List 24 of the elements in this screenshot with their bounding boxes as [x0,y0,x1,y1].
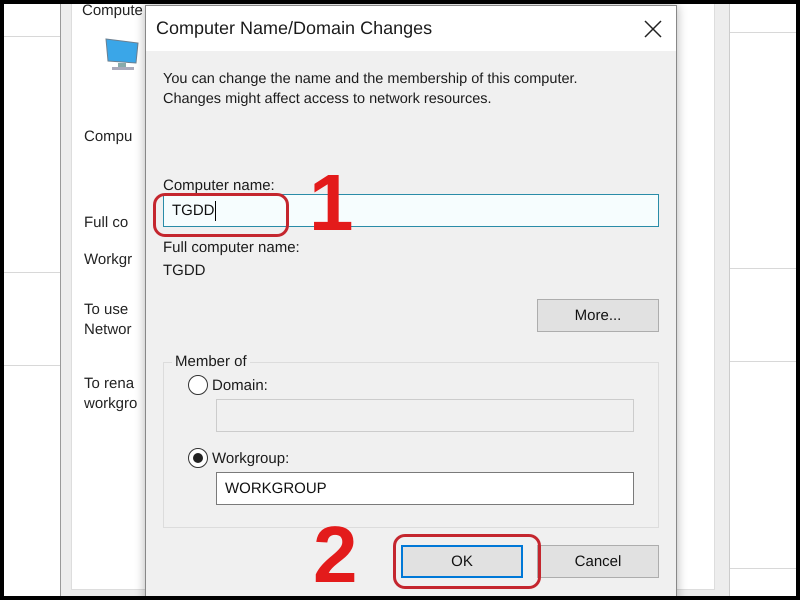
workgroup-field[interactable]: WORKGROUP [216,472,634,505]
close-icon [644,20,662,38]
setting-label: Compu [84,127,132,147]
setting-label: workgro [84,394,138,414]
window-title: Compute [82,4,143,19]
more-button[interactable]: More... [537,299,659,332]
computer-icon [104,37,140,71]
description: You can change the name and the membership of this computer. Changes might affect access to network resources. [163,70,579,109]
radio-button[interactable] [188,448,208,468]
ok-button[interactable]: OK [401,545,523,578]
field-label: Full computer name: [163,239,300,256]
radio-label: Domain: [212,376,268,394]
radio-button[interactable] [188,375,208,395]
setting-label: Networ [84,320,132,340]
setting-label: To rena [84,374,134,394]
cancel-button[interactable]: Cancel [537,545,659,578]
field-label: Computer name: [163,177,275,194]
radio-label: Workgroup: [212,450,290,466]
step-number: 2 [313,519,358,591]
dialog-title: Computer Name/Domain Changes [156,18,432,39]
full-computer-name: TGDD [163,262,206,279]
setting-label: To use [84,300,128,320]
setting-label: Workgr [84,250,132,270]
setting-label: Full co [84,213,128,233]
